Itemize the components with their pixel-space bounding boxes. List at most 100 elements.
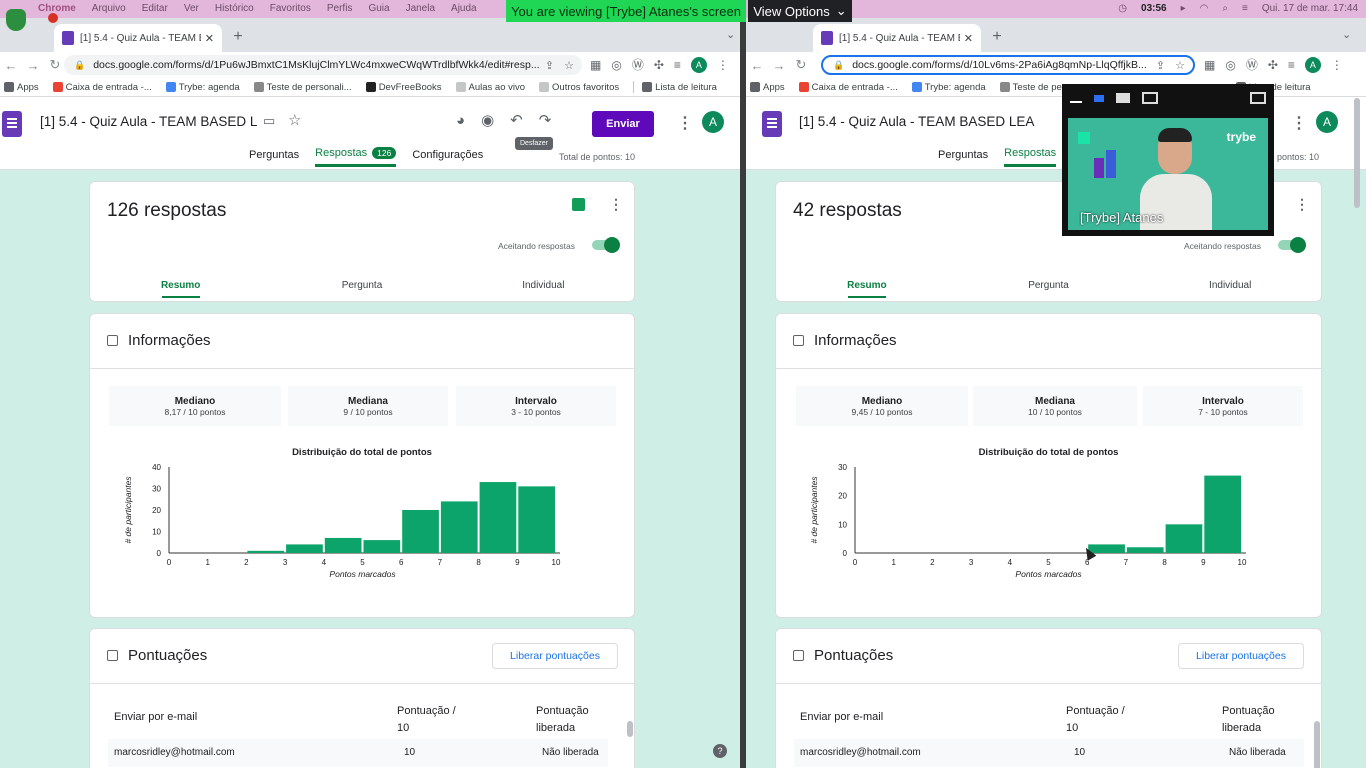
page-scrollbar[interactable] [1354, 98, 1360, 208]
tab-pergunta[interactable]: Pergunta [958, 280, 1140, 304]
redo-icon[interactable]: ↷ [539, 111, 552, 129]
close-icon[interactable]: ✕ [964, 32, 973, 45]
chevron-down-icon[interactable]: ⌄ [1342, 28, 1351, 41]
video-overlay[interactable]: trybe [Trybe] Atanes [1062, 84, 1274, 236]
close-icon[interactable]: ✕ [205, 32, 214, 45]
tab-perguntas[interactable]: Perguntas [249, 147, 299, 167]
share-icon[interactable]: ⇪ [545, 59, 554, 72]
avatar[interactable]: A [702, 111, 724, 133]
forms-logo-icon[interactable] [762, 111, 782, 137]
star-icon[interactable]: ☆ [288, 111, 301, 129]
bookmark-trybe[interactable]: Trybe: agenda [911, 82, 986, 93]
back-icon[interactable]: ← [746, 58, 768, 73]
tab-respostas[interactable]: Respostas 126 [315, 147, 397, 167]
bookmark-devfreebooks[interactable]: DevFreeBooks [365, 82, 442, 93]
menu-icon[interactable]: ⋮ [717, 58, 729, 72]
bookmark-teste[interactable]: Teste de personali... [253, 82, 352, 93]
profile-avatar[interactable]: A [690, 56, 707, 73]
list-icon[interactable]: ≡ [1288, 58, 1295, 72]
release-scores-button[interactable]: Liberar pontuações [1178, 643, 1304, 669]
browser-tab[interactable]: [1] 5.4 - Quiz Aula - TEAM BAS ✕ [54, 24, 222, 52]
form-title[interactable]: [1] 5.4 - Quiz Aula - TEAM BASED LEARNIN [799, 114, 1035, 129]
send-button[interactable]: Enviar [592, 111, 654, 137]
scrollbar[interactable] [627, 721, 633, 737]
reload-icon[interactable]: ↻ [790, 57, 812, 73]
bookmark-outros[interactable]: Outros favoritos [539, 82, 619, 93]
accepting-toggle[interactable] [1278, 237, 1306, 253]
bookmark-gmail[interactable]: Caixa de entrada -... [798, 82, 898, 93]
address-bar[interactable]: 🔒 docs.google.com/forms/d/1Pu6wJBmxtC1Ms… [64, 55, 582, 75]
tab-configuracoes[interactable]: Configurações [412, 147, 483, 167]
menu-janela[interactable]: Janela [406, 3, 435, 14]
list-icon[interactable]: ≡ [674, 58, 681, 72]
new-tab-button[interactable]: + [228, 27, 248, 47]
control-center-icon[interactable]: ≡ [1242, 3, 1248, 14]
folder-icon[interactable]: ▭ [263, 113, 275, 129]
menu-app[interactable]: Chrome [38, 3, 76, 14]
view-options-button[interactable]: View Options ⌄ [748, 0, 852, 22]
ext-icon[interactable]: ◎ [611, 58, 621, 72]
menu-perfis[interactable]: Perfis [327, 3, 353, 14]
more-icon[interactable]: ⋮ [1291, 113, 1307, 133]
bookmark-aulas[interactable]: Aulas ao vivo [455, 82, 525, 93]
bookmark-apps[interactable]: Apps [750, 82, 785, 93]
profile-avatar[interactable]: A [1304, 56, 1321, 73]
menu-arquivo[interactable]: Arquivo [92, 3, 126, 14]
menu-editar[interactable]: Editar [142, 3, 168, 14]
exit-icon[interactable] [1250, 92, 1266, 104]
tab-individual[interactable]: Individual [1139, 280, 1321, 304]
browser-tab[interactable]: [1] 5.4 - Quiz Aula - TEAM BAS ✕ [813, 24, 981, 52]
puzzle-icon[interactable]: ✣ [654, 58, 664, 72]
gallery-view-icon[interactable] [1142, 92, 1158, 104]
scrollbar[interactable] [1314, 721, 1320, 768]
menu-icon[interactable]: ⋮ [1331, 58, 1343, 72]
search-icon[interactable]: ⌕ [1222, 3, 1228, 14]
sheets-ext-icon[interactable]: ▦ [590, 58, 601, 72]
minimize-icon[interactable] [1070, 101, 1082, 103]
puzzle-icon[interactable]: ✣ [1268, 58, 1278, 72]
forward-icon[interactable]: → [768, 58, 790, 73]
ext-icon[interactable]: ◎ [1225, 58, 1235, 72]
menu-favoritos[interactable]: Favoritos [270, 3, 311, 14]
sheets-ext-icon[interactable]: ▦ [1204, 58, 1215, 72]
more-icon[interactable]: ⋮ [1295, 196, 1309, 213]
thumbnail-icon[interactable] [1094, 94, 1104, 102]
tab-respostas[interactable]: Respostas [1004, 147, 1057, 167]
play-icon[interactable]: ▸ [1181, 3, 1186, 14]
wordpress-icon[interactable]: Ⓦ [1246, 56, 1258, 73]
forward-icon[interactable]: → [22, 58, 44, 73]
forms-logo-icon[interactable] [2, 111, 22, 137]
undo-icon[interactable]: ↶ [510, 111, 523, 129]
menu-guia[interactable]: Guia [368, 3, 389, 14]
new-tab-button[interactable]: + [987, 27, 1007, 47]
share-icon[interactable]: ⇪ [1156, 59, 1165, 72]
release-scores-button[interactable]: Liberar pontuações [492, 643, 618, 669]
menu-ajuda[interactable]: Ajuda [451, 3, 477, 14]
more-icon[interactable]: ⋮ [609, 196, 623, 213]
speaker-view-icon[interactable] [1116, 93, 1130, 103]
table-row[interactable]: marcosridley@hotmail.com 10 Não liberada [794, 739, 1304, 767]
help-icon[interactable]: ? [713, 744, 727, 758]
back-icon[interactable]: ← [0, 58, 22, 73]
address-bar[interactable]: 🔒 docs.google.com/forms/d/10Lv6ms-2Pa6iA… [821, 55, 1195, 75]
accepting-toggle[interactable] [592, 237, 620, 253]
bookmark-teste[interactable]: Teste de pe [999, 82, 1062, 93]
bookmark-gmail[interactable]: Caixa de entrada -... [52, 82, 152, 93]
wifi-icon[interactable]: ◠ [1200, 3, 1209, 14]
tab-pergunta[interactable]: Pergunta [271, 280, 452, 304]
table-row[interactable]: marcosridley@hotmail.com 10 Não liberada [108, 739, 608, 767]
chevron-down-icon[interactable]: ⌄ [726, 28, 735, 41]
star-icon[interactable]: ☆ [1175, 59, 1185, 72]
datetime[interactable]: Qui. 17 de mar. 17:44 [1262, 3, 1358, 14]
bookmark-trybe[interactable]: Trybe: agenda [165, 82, 240, 93]
star-icon[interactable]: ☆ [564, 59, 574, 72]
bookmark-reading-list[interactable]: Lista de leitura [642, 82, 717, 93]
palette-icon[interactable]: ◕ [456, 112, 465, 129]
sheets-icon[interactable] [572, 198, 585, 211]
reload-icon[interactable]: ↻ [44, 57, 66, 73]
menu-ver[interactable]: Ver [184, 3, 199, 14]
bookmark-apps[interactable]: Apps [4, 82, 39, 93]
wordpress-icon[interactable]: Ⓦ [632, 56, 644, 73]
tab-resumo[interactable]: Resumo [776, 280, 958, 304]
menu-historico[interactable]: Histórico [215, 3, 254, 14]
